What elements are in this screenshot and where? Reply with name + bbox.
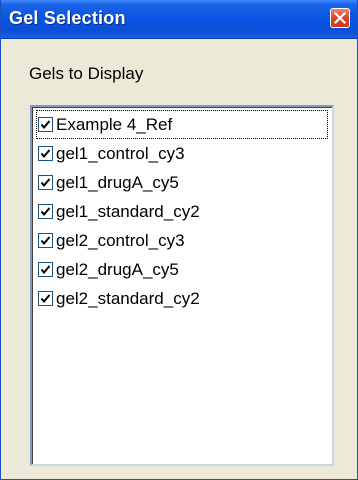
gel-item-gel2-standard-cy2[interactable]: gel2_standard_cy2 [36,284,328,313]
gel-item-gel1-standard-cy2[interactable]: gel1_standard_cy2 [36,197,328,226]
checkmark-icon [40,207,51,217]
gel-item-label: gel1_control_cy3 [56,143,185,163]
gel-item-label: gel1_drugA_cy5 [56,172,179,192]
checkmark-icon [40,149,51,159]
gel-item-gel1-control-cy3[interactable]: gel1_control_cy3 [36,139,328,168]
gel-item-label: gel1_standard_cy2 [56,201,200,221]
gel-item-gel2-druga-cy5[interactable]: gel2_drugA_cy5 [36,255,328,284]
gel-checkbox[interactable] [38,204,53,219]
close-button[interactable] [330,8,350,28]
gel-item-label: gel2_drugA_cy5 [56,259,179,279]
title-bar[interactable]: Gel Selection [1,0,357,39]
gels-to-display-label: Gels to Display [29,64,144,83]
gel-checkbox[interactable] [38,146,53,161]
checkmark-icon [40,294,51,304]
gel-item-gel1-druga-cy5[interactable]: gel1_drugA_cy5 [36,168,328,197]
checkmark-icon [40,236,51,246]
gel-checkbox[interactable] [38,117,53,132]
gel-item-label: gel2_control_cy3 [56,230,185,250]
gel-checkbox[interactable] [38,175,53,190]
gel-item-label: Example 4_Ref [56,114,173,134]
gel-selection-window: Gel Selection Gels to Display Example 4_… [0,0,358,480]
gels-list: Example 4_Ref gel1_control_cy3 gel1_drug… [36,110,328,313]
gel-item-label: gel2_standard_cy2 [56,288,200,308]
checkmark-icon [40,178,51,188]
window-title: Gel Selection [9,8,126,28]
checkmark-icon [40,120,51,130]
gel-checkbox[interactable] [38,291,53,306]
gel-item-example-4-ref[interactable]: Example 4_Ref [36,110,328,139]
checkmark-icon [40,265,51,275]
gel-checkbox[interactable] [38,233,53,248]
gel-checkbox[interactable] [38,262,53,277]
gel-item-gel2-control-cy3[interactable]: gel2_control_cy3 [36,226,328,255]
gels-listbox[interactable]: Example 4_Ref gel1_control_cy3 gel1_drug… [30,105,334,466]
